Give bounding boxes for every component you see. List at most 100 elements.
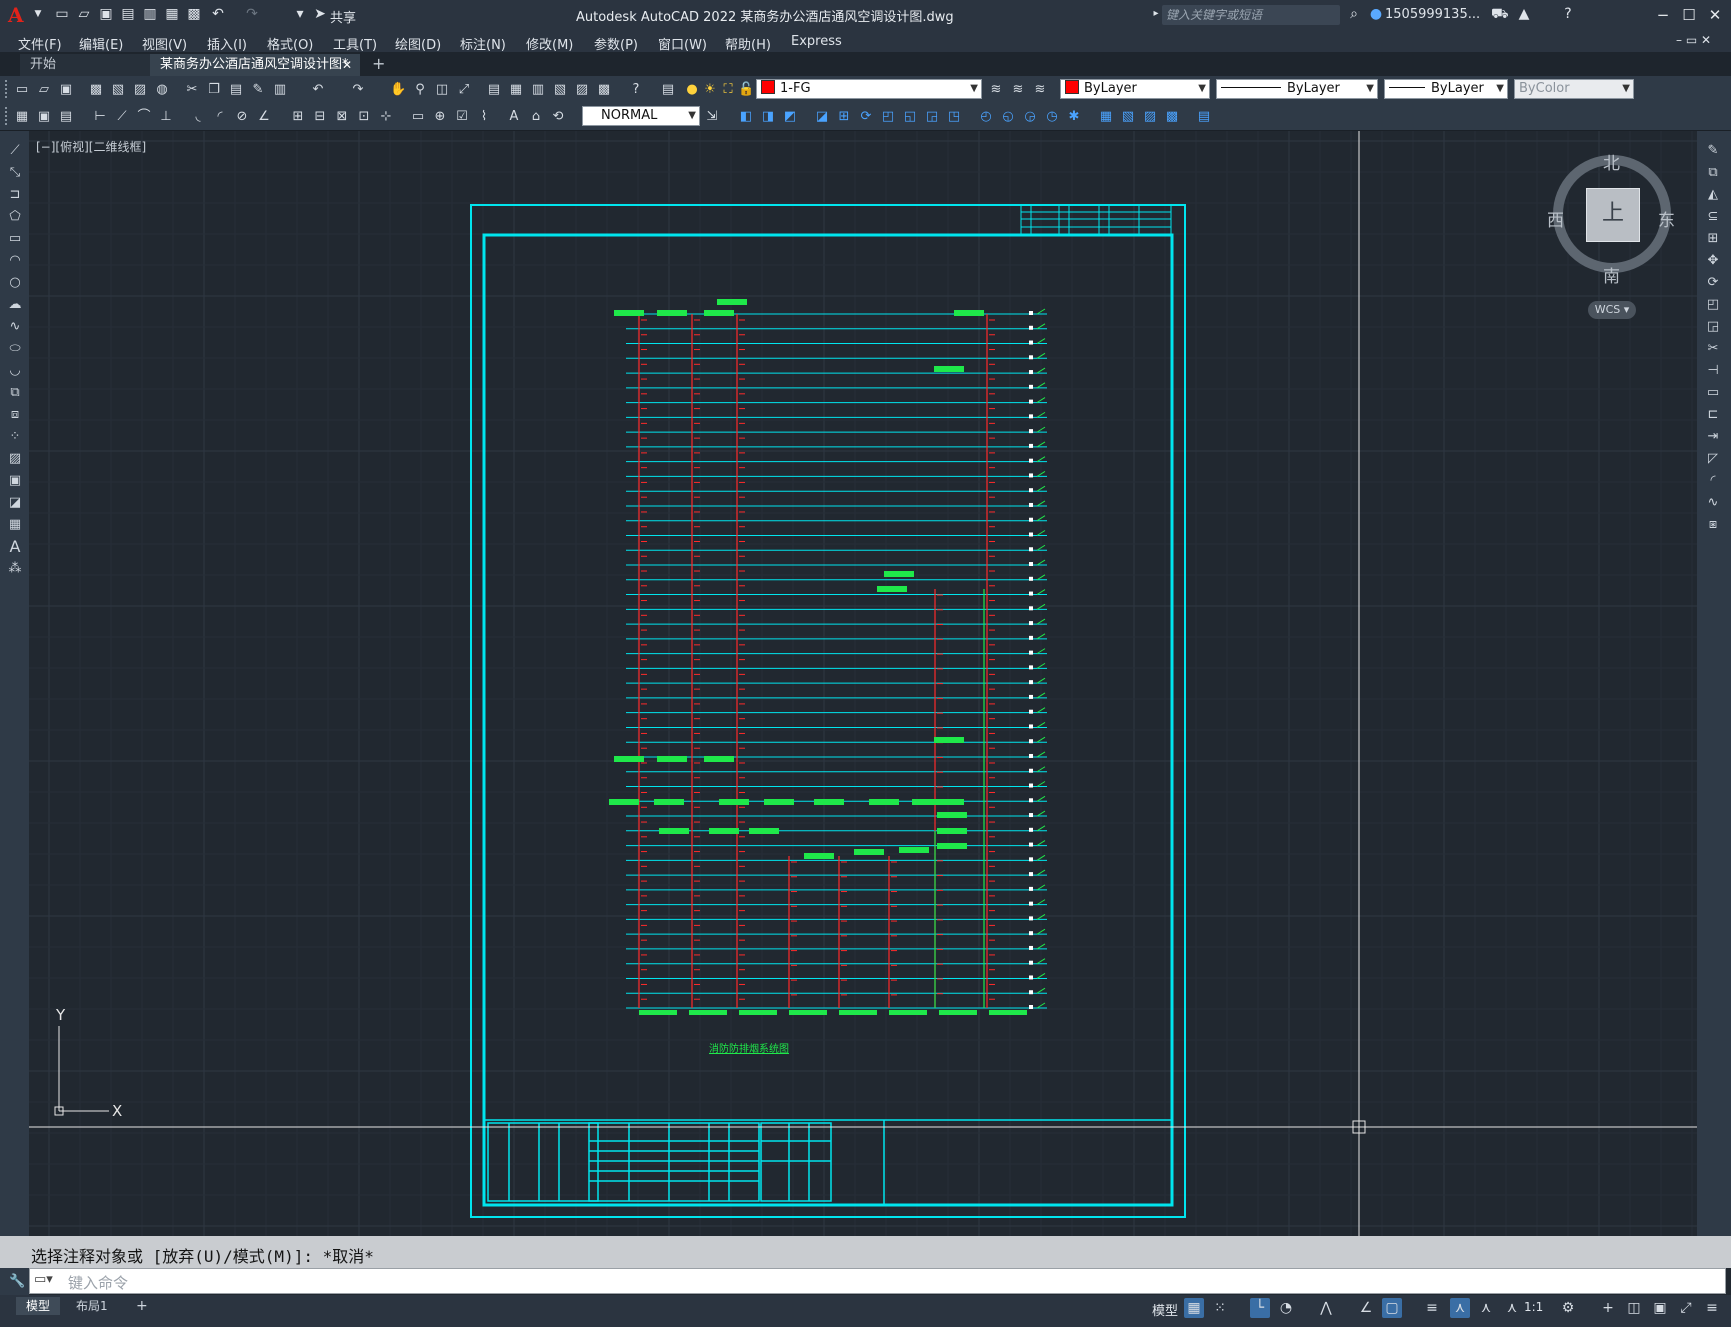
insert-block-icon[interactable]: ⧉: [6, 384, 24, 402]
help-icon[interactable]: ?: [1560, 6, 1576, 22]
line-icon[interactable]: ⟋: [6, 142, 24, 160]
color-select[interactable]: ByLayer ▼: [1060, 79, 1210, 99]
3d-print-icon[interactable]: ◍: [154, 82, 170, 98]
tab-close-icon[interactable]: ✕: [342, 54, 352, 76]
erase-icon[interactable]: ✎: [1704, 142, 1722, 160]
toolbar-grip[interactable]: [5, 80, 11, 98]
layer-vp-freeze-icon[interactable]: ⛶: [720, 82, 736, 98]
add-selected-icon[interactable]: ⁂: [6, 560, 24, 578]
autocad-logo-icon[interactable]: A: [8, 3, 24, 27]
ellipse-icon[interactable]: ⬭: [6, 340, 24, 358]
menu-tools[interactable]: 工具(T): [333, 34, 377, 53]
tab-start[interactable]: 开始: [20, 54, 150, 76]
tab-model[interactable]: 模型: [16, 1297, 61, 1315]
viewcube-top-face[interactable]: 上: [1586, 188, 1640, 242]
paste-icon[interactable]: ▤: [228, 82, 244, 98]
dim-space-icon[interactable]: ⊡: [356, 109, 372, 125]
dim-edit-icon[interactable]: A: [506, 109, 522, 125]
aligned-dim-icon[interactable]: ⟋: [114, 109, 130, 125]
grid-icon[interactable]: ▦: [1184, 1298, 1204, 1318]
extend-modify-icon[interactable]: ⊣: [1704, 362, 1722, 380]
command-prompt-icon[interactable]: ▭▾: [34, 1272, 53, 1287]
gradient-icon[interactable]: ▣: [6, 472, 24, 490]
add-layout-button[interactable]: +: [126, 1297, 158, 1315]
join-modify-icon[interactable]: ⇥: [1704, 428, 1722, 446]
markup-icon[interactable]: ▨: [574, 82, 590, 98]
blend-curves-icon[interactable]: ∿: [1704, 494, 1722, 512]
tab-drawing[interactable]: 某商务办公酒店通风空调设计图* ✕: [150, 54, 360, 76]
layer-lock-icon[interactable]: 🔓: [738, 82, 754, 98]
print-icon[interactable]: ▩: [88, 82, 104, 98]
minimize-button[interactable]: −: [1650, 4, 1676, 26]
compass-north[interactable]: 北: [1603, 149, 1620, 174]
model-space-canvas[interactable]: 消防防排烟系统图 Y X: [29, 131, 1697, 1236]
cart-icon[interactable]: ⛟: [1491, 6, 1509, 22]
dim-style-icon[interactable]: ▣: [36, 109, 52, 125]
autodesk-a360-icon[interactable]: ▲: [1516, 6, 1532, 22]
explode-icon[interactable]: ✱: [1066, 109, 1082, 125]
layer-on-icon[interactable]: ●: [684, 82, 700, 98]
wcs-menu[interactable]: WCS ▾: [1588, 301, 1636, 319]
toolbar-grip[interactable]: [5, 107, 11, 125]
layer-freeze-icon[interactable]: ☀: [702, 82, 718, 98]
draworder-under-icon[interactable]: ▩: [1164, 109, 1180, 125]
menu-help[interactable]: 帮助(H): [725, 34, 771, 53]
text-front-icon[interactable]: ▤: [1196, 109, 1212, 125]
trim-icon[interactable]: ◲: [924, 109, 940, 125]
clean-screen-icon[interactable]: ⤢: [1676, 1298, 1696, 1318]
open-icon[interactable]: ▱: [36, 82, 52, 98]
zoom-realtime-icon[interactable]: ⚲: [412, 82, 428, 98]
annotation-visibility-icon[interactable]: ⋏: [1450, 1298, 1470, 1318]
jogged-dim-icon[interactable]: ◜: [212, 109, 228, 125]
open-web-icon[interactable]: ▥: [142, 6, 158, 22]
draworder-front-icon[interactable]: ▦: [1098, 109, 1114, 125]
stretch-icon[interactable]: ◱: [902, 109, 918, 125]
dim-update-2-icon[interactable]: ⟲: [550, 109, 566, 125]
customize-status-icon[interactable]: ≡: [1702, 1298, 1722, 1318]
zoom-previous-icon[interactable]: ⤢: [456, 82, 472, 98]
scale-icon[interactable]: ◰: [880, 109, 896, 125]
region-icon[interactable]: ◪: [6, 494, 24, 512]
polar-icon[interactable]: ◔: [1276, 1298, 1296, 1318]
sheet-set-icon[interactable]: ▧: [552, 82, 568, 98]
user-icon[interactable]: ●: [1368, 6, 1384, 22]
dim-update-icon[interactable]: ▦: [14, 109, 30, 125]
new-tab-button[interactable]: +: [372, 54, 385, 73]
layer-select[interactable]: 1-FG ▼: [756, 79, 982, 99]
snap-icon[interactable]: ⁙: [1210, 1298, 1230, 1318]
trim-modify-icon[interactable]: ✂: [1704, 340, 1722, 358]
menu-parametric[interactable]: 参数(P): [594, 34, 638, 53]
chamfer-icon[interactable]: ◶: [1022, 109, 1038, 125]
rotate-icon[interactable]: ⟳: [858, 109, 874, 125]
dim-override-icon[interactable]: ▤: [58, 109, 74, 125]
array-modify-icon[interactable]: ⊞: [1704, 230, 1722, 248]
help-toolbar-icon[interactable]: ?: [628, 82, 644, 98]
object-snap-tracking-icon[interactable]: ∠: [1356, 1298, 1376, 1318]
construction-line-icon[interactable]: ⤡: [6, 164, 24, 182]
lineweight-icon[interactable]: ≡: [1422, 1298, 1442, 1318]
mirror-modify-icon[interactable]: ◭: [1704, 186, 1722, 204]
menu-window[interactable]: 窗口(W): [658, 34, 707, 53]
calculator-icon[interactable]: ▩: [596, 82, 612, 98]
tolerance-icon[interactable]: ▭: [410, 109, 426, 125]
save-web-icon[interactable]: ▦: [164, 6, 180, 22]
array-icon[interactable]: ⊞: [836, 109, 852, 125]
scale-modify-icon[interactable]: ◰: [1704, 296, 1722, 314]
linetype-select[interactable]: ByLayer ▼: [1216, 79, 1378, 99]
fillet-icon[interactable]: ◷: [1044, 109, 1060, 125]
jogged-linear-icon[interactable]: ⌇: [476, 109, 492, 125]
app-menu-chevron-icon[interactable]: ▼: [30, 6, 46, 22]
command-input[interactable]: [29, 1268, 1726, 1294]
make-current-icon[interactable]: ≋: [988, 82, 1004, 98]
ortho-icon[interactable]: └: [1250, 1298, 1270, 1318]
copy-object-icon[interactable]: ◨: [760, 109, 776, 125]
continue-dim-icon[interactable]: ⊠: [334, 109, 350, 125]
polygon-icon[interactable]: ⬠: [6, 208, 24, 226]
model-space-button[interactable]: 模型: [1152, 1300, 1178, 1319]
offset-icon[interactable]: ◪: [814, 109, 830, 125]
extend-icon[interactable]: ◳: [946, 109, 962, 125]
arc-length-icon[interactable]: ⌒: [136, 109, 152, 125]
offset-modify-icon[interactable]: ⊆: [1704, 208, 1722, 226]
menu-insert[interactable]: 插入(I): [207, 34, 247, 53]
compass-south[interactable]: 南: [1603, 262, 1620, 287]
